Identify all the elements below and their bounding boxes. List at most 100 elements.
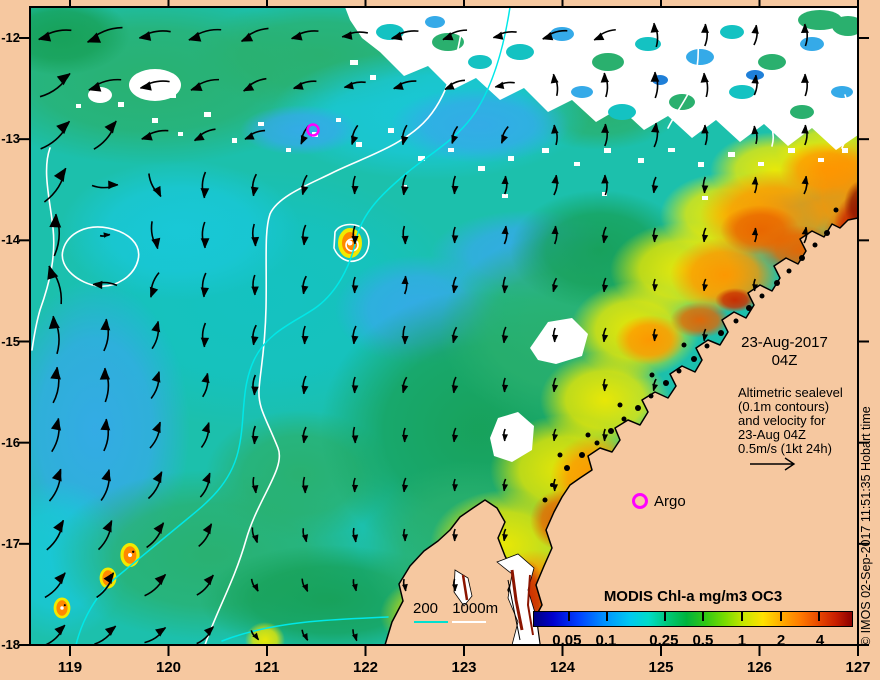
y-axis-label: -18 <box>1 637 20 652</box>
cloud-speckle <box>350 60 358 65</box>
colorbar-tick <box>606 612 609 621</box>
reef-rock <box>132 550 135 553</box>
cloud-speckle <box>286 148 291 152</box>
chlorophyll-blob <box>720 205 800 255</box>
ocean-current-figure: 119 120 121 122 123 124 125 126 127 -12 -13 -14 -15… <box>0 0 880 680</box>
island <box>676 368 682 374</box>
colorbar-tick <box>567 612 570 621</box>
data-speckle <box>758 54 786 70</box>
note-line: and velocity for <box>738 412 826 428</box>
island <box>799 255 805 261</box>
island <box>579 452 585 458</box>
cloud-speckle <box>702 196 708 200</box>
cloud-speckle <box>388 128 394 133</box>
island <box>635 405 641 411</box>
cloud-speckle <box>728 152 735 157</box>
cloud-speckle <box>232 138 237 143</box>
isobath-200-line <box>414 621 448 623</box>
island <box>594 440 600 446</box>
data-speckle <box>608 104 636 120</box>
y-axis-label: -12 <box>1 30 20 45</box>
bathymetry-legend: 200 1000m <box>413 600 498 617</box>
island <box>608 428 614 434</box>
island <box>621 416 627 422</box>
cloud-speckle <box>574 162 580 166</box>
data-speckle <box>571 86 593 98</box>
credit-text: © IMOS 02-Sep-2017 11:51:35 Hobart time <box>859 406 873 646</box>
cloud-speckle <box>818 158 824 162</box>
y-axis-label: -15 <box>1 333 20 349</box>
island <box>649 372 655 378</box>
y-axis-label: -13 <box>1 131 20 147</box>
note-line: 0.5m/s (1kt 24h) <box>738 440 832 456</box>
cloud-speckle <box>76 104 81 108</box>
colorbar-tick <box>663 612 666 621</box>
cloud-speckle <box>542 148 549 153</box>
reef-lagoon <box>60 606 64 610</box>
cloud-speckle <box>370 75 376 80</box>
island <box>681 342 687 348</box>
cloud-speckle <box>698 162 704 167</box>
data-speckle <box>831 86 853 98</box>
note-line: Altimetric sealevel <box>738 385 843 400</box>
colorbar-tick <box>779 612 782 621</box>
colorbar-tick-label: 0.1 <box>595 632 617 649</box>
cloud-speckle <box>336 118 341 122</box>
data-speckle <box>506 44 534 60</box>
x-axis-label: 121 <box>254 659 280 676</box>
data-speckle <box>720 25 744 39</box>
colorbar <box>533 611 853 627</box>
note-line: (0.1m contours) <box>738 398 830 414</box>
colorbar-tick <box>818 612 821 621</box>
chlorophyll-blob <box>240 105 360 155</box>
time-line: 04Z <box>771 352 798 369</box>
note-line: 23-Aug 04Z <box>738 426 806 442</box>
cloud-speckle <box>448 148 454 152</box>
island <box>557 452 563 458</box>
x-axis-label: 127 <box>845 659 871 676</box>
isobath-1000-line <box>452 621 486 623</box>
cloud-speckle <box>168 92 176 98</box>
data-speckle <box>729 85 755 99</box>
island <box>812 242 818 248</box>
island <box>786 268 792 274</box>
cloud-speckle <box>788 148 795 153</box>
cloud-speckle <box>842 148 848 153</box>
x-axis-label: 119 <box>57 659 83 676</box>
cloud-speckle <box>356 142 362 147</box>
island <box>774 280 780 286</box>
island <box>733 318 739 324</box>
island <box>824 230 830 236</box>
chlorophyll-blob <box>60 160 300 300</box>
x-axis-label: 125 <box>648 659 674 676</box>
cloud-speckle <box>150 84 164 93</box>
cloud-speckle <box>258 122 264 126</box>
map-layers <box>30 7 858 645</box>
island <box>663 380 669 386</box>
data-speckle <box>790 105 814 119</box>
cloud-speckle <box>502 194 508 198</box>
x-axis-label: 122 <box>352 659 379 676</box>
island <box>648 393 654 399</box>
reef-rock <box>63 604 66 607</box>
island <box>564 465 570 471</box>
cloud-speckle <box>638 158 644 163</box>
island <box>585 432 591 438</box>
y-axis-label: -17 <box>1 535 20 551</box>
isobath-1000-label: 1000m <box>452 600 499 617</box>
x-axis-label: 123 <box>451 659 477 676</box>
cloud-speckle <box>178 132 183 136</box>
island <box>704 343 710 349</box>
data-speckle <box>800 37 824 51</box>
island <box>746 305 752 311</box>
data-speckle <box>468 55 492 69</box>
island <box>759 293 765 299</box>
cloud-speckle <box>152 118 158 123</box>
colorbar-tick <box>702 612 705 621</box>
data-speckle <box>425 16 445 28</box>
cloud-speckle <box>204 112 211 117</box>
date-annotation: 23-Aug-2017 04Z <box>722 334 847 370</box>
island <box>691 356 697 362</box>
y-axis-label: -16 <box>1 434 20 450</box>
x-axis-label: 120 <box>155 659 182 676</box>
